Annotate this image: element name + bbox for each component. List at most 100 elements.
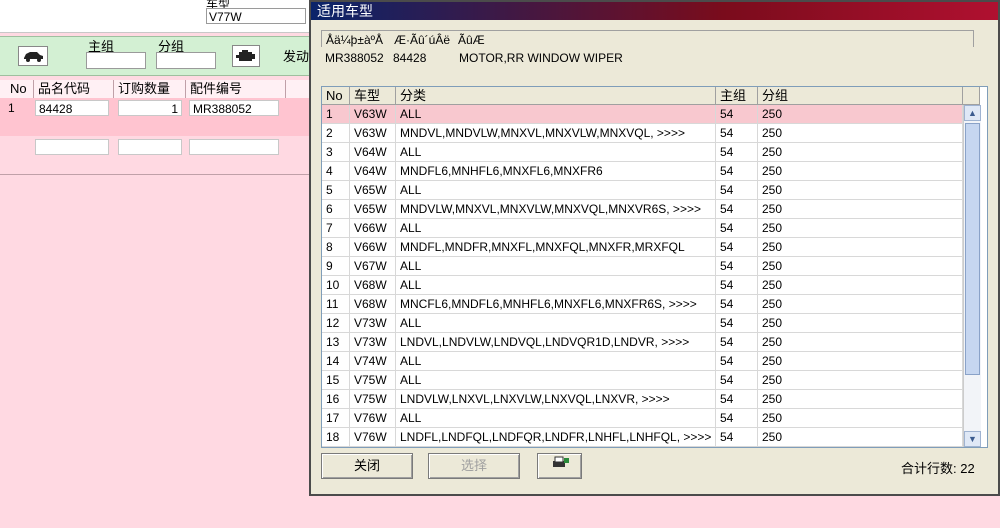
row-model: V75W xyxy=(350,390,396,409)
info-part-no: MR388052 xyxy=(325,51,384,65)
row-category: ALL xyxy=(396,257,716,276)
row-main-group: 54 xyxy=(716,352,758,371)
row-no: 2 xyxy=(322,124,350,143)
table-row[interactable]: 11 V68W MNCFL6,MNDFL6,MNHFL6,MNXFL6,MNXFR6… xyxy=(322,295,963,314)
row-model: V63W xyxy=(350,124,396,143)
row-main-group: 54 xyxy=(716,409,758,428)
row-main-group: 54 xyxy=(716,333,758,352)
scroll-up-icon[interactable]: ▲ xyxy=(964,105,981,121)
row-main-group: 54 xyxy=(716,428,758,447)
sub-group-input[interactable] xyxy=(156,52,216,69)
table-row[interactable]: 12 V73W ALL 54 250 xyxy=(322,314,963,333)
scroll-thumb[interactable] xyxy=(965,123,980,375)
row-no: 1 xyxy=(322,105,350,124)
row-no: 10 xyxy=(322,276,350,295)
table-row[interactable]: 5 V65W ALL 54 250 xyxy=(322,181,963,200)
row-model: V75W xyxy=(350,371,396,390)
row-no: 12 xyxy=(322,314,350,333)
row-category: ALL xyxy=(396,219,716,238)
row-model: V65W xyxy=(350,181,396,200)
th-main-group: 主组 xyxy=(716,87,758,105)
table-row[interactable]: 3 V64W ALL 54 250 xyxy=(322,143,963,162)
table-row[interactable]: 17 V76W ALL 54 250 xyxy=(322,409,963,428)
row-main-group: 54 xyxy=(716,219,758,238)
row-main-group: 54 xyxy=(716,143,758,162)
table-row[interactable]: 7 V66W ALL 54 250 xyxy=(322,219,963,238)
close-button[interactable]: 关闭 xyxy=(321,453,413,479)
th-model: 车型 xyxy=(350,87,396,105)
row-no: 13 xyxy=(322,333,350,352)
table-row[interactable]: 14 V74W ALL 54 250 xyxy=(322,352,963,371)
row-sub-group: 250 xyxy=(758,333,963,352)
grid-row-no: 1 xyxy=(8,101,15,115)
grid-code-cell[interactable]: 84428 xyxy=(35,100,109,116)
th-no: No xyxy=(322,87,350,105)
row-category: ALL xyxy=(396,352,716,371)
row-main-group: 54 xyxy=(716,162,758,181)
grid-qty-cell[interactable]: 1 xyxy=(118,100,182,116)
row-sub-group: 250 xyxy=(758,105,963,124)
car-icon[interactable] xyxy=(18,46,48,66)
row-no: 6 xyxy=(322,200,350,219)
row-model: V64W xyxy=(350,162,396,181)
row-main-group: 54 xyxy=(716,124,758,143)
row-category: ALL xyxy=(396,105,716,124)
scroll-down-icon[interactable]: ▼ xyxy=(964,431,981,447)
main-group-input[interactable] xyxy=(86,52,146,69)
model-input[interactable]: V77W xyxy=(206,8,306,24)
row-sub-group: 250 xyxy=(758,124,963,143)
row-main-group: 54 xyxy=(716,181,758,200)
print-button[interactable] xyxy=(537,453,582,479)
col-qty: 订购数量 xyxy=(114,80,186,98)
select-button[interactable]: 选择 xyxy=(428,453,520,479)
row-model: V64W xyxy=(350,143,396,162)
grid-empty-cell[interactable] xyxy=(189,139,279,155)
part-info-values: MR388052 84428 MOTOR,RR WINDOW WIPER xyxy=(321,47,974,75)
row-sub-group: 250 xyxy=(758,276,963,295)
row-sub-group: 250 xyxy=(758,314,963,333)
row-sub-group: 250 xyxy=(758,238,963,257)
engine-label: 发动 xyxy=(283,49,310,64)
row-sub-group: 250 xyxy=(758,162,963,181)
row-model: V66W xyxy=(350,219,396,238)
info-code: 84428 xyxy=(393,51,427,65)
table-row[interactable]: 6 V65W MNDVLW,MNXVL,MNXVLW,MNXVQL,MNXVR6S,… xyxy=(322,200,963,219)
models-table: No 车型 分类 主组 分组 1 V63W ALL 54 250 2 V63W MNDVL,M… xyxy=(321,86,988,448)
table-row[interactable]: 16 V75W LNDVLW,LNXVL,LNXVLW,LNXVQL,LNXVR, … xyxy=(322,390,963,409)
table-row[interactable]: 8 V66W MNDFL,MNDFR,MNXFL,MNXFQL,MNXFR,MRXF… xyxy=(322,238,963,257)
row-category: MNDFL,MNDFR,MNXFL,MNXFQL,MNXFR,MRXFQL xyxy=(396,238,716,257)
info-header-part-no: Åä¼þ±àºÅ xyxy=(326,33,384,47)
row-category: MNCFL6,MNDFL6,MNHFL6,MNXFL6,MNXFR6S, >>>… xyxy=(396,295,716,314)
row-main-group: 54 xyxy=(716,105,758,124)
table-row[interactable]: 9 V67W ALL 54 250 xyxy=(322,257,963,276)
col-no: No xyxy=(6,80,34,98)
table-row[interactable]: 4 V64W MNDFL6,MNHFL6,MNXFL6,MNXFR6 54 250 xyxy=(322,162,963,181)
engine-icon[interactable] xyxy=(232,45,260,67)
table-scrollbar[interactable]: ▲ ▼ xyxy=(963,105,981,447)
row-category: ALL xyxy=(396,143,716,162)
row-category: ALL xyxy=(396,276,716,295)
row-model: V63W xyxy=(350,105,396,124)
grid-part-no-cell[interactable]: MR388052 xyxy=(189,100,279,116)
row-category: LNDVL,LNDVLW,LNDVQL,LNDVQR1D,LNDVR, >>>> xyxy=(396,333,716,352)
total-rows: 合计行数: 22 xyxy=(901,461,975,476)
table-row[interactable]: 1 V63W ALL 54 250 xyxy=(322,105,963,124)
info-header-code: Æ·Ãû´úÂë xyxy=(394,33,451,47)
row-no: 16 xyxy=(322,390,350,409)
table-row[interactable]: 13 V73W LNDVL,LNDVLW,LNDVQL,LNDVQR1D,LNDVR… xyxy=(322,333,963,352)
table-row[interactable]: 18 V76W LNDFL,LNDFQL,LNDFQR,LNDFR,LNHFL,LN… xyxy=(322,428,963,447)
row-main-group: 54 xyxy=(716,314,758,333)
row-no: 4 xyxy=(322,162,350,181)
col-part-no: 配件编号 xyxy=(186,80,286,98)
table-row[interactable]: 15 V75W ALL 54 250 xyxy=(322,371,963,390)
row-sub-group: 250 xyxy=(758,219,963,238)
row-model: V76W xyxy=(350,428,396,447)
table-row[interactable]: 10 V68W ALL 54 250 xyxy=(322,276,963,295)
th-category: 分类 xyxy=(396,87,716,105)
grid-empty-cell[interactable] xyxy=(35,139,109,155)
row-no: 18 xyxy=(322,428,350,447)
row-model: V76W xyxy=(350,409,396,428)
table-row[interactable]: 2 V63W MNDVL,MNDVLW,MNXVL,MNXVLW,MNXVQL, >… xyxy=(322,124,963,143)
grid-empty-cell[interactable] xyxy=(118,139,182,155)
row-main-group: 54 xyxy=(716,257,758,276)
